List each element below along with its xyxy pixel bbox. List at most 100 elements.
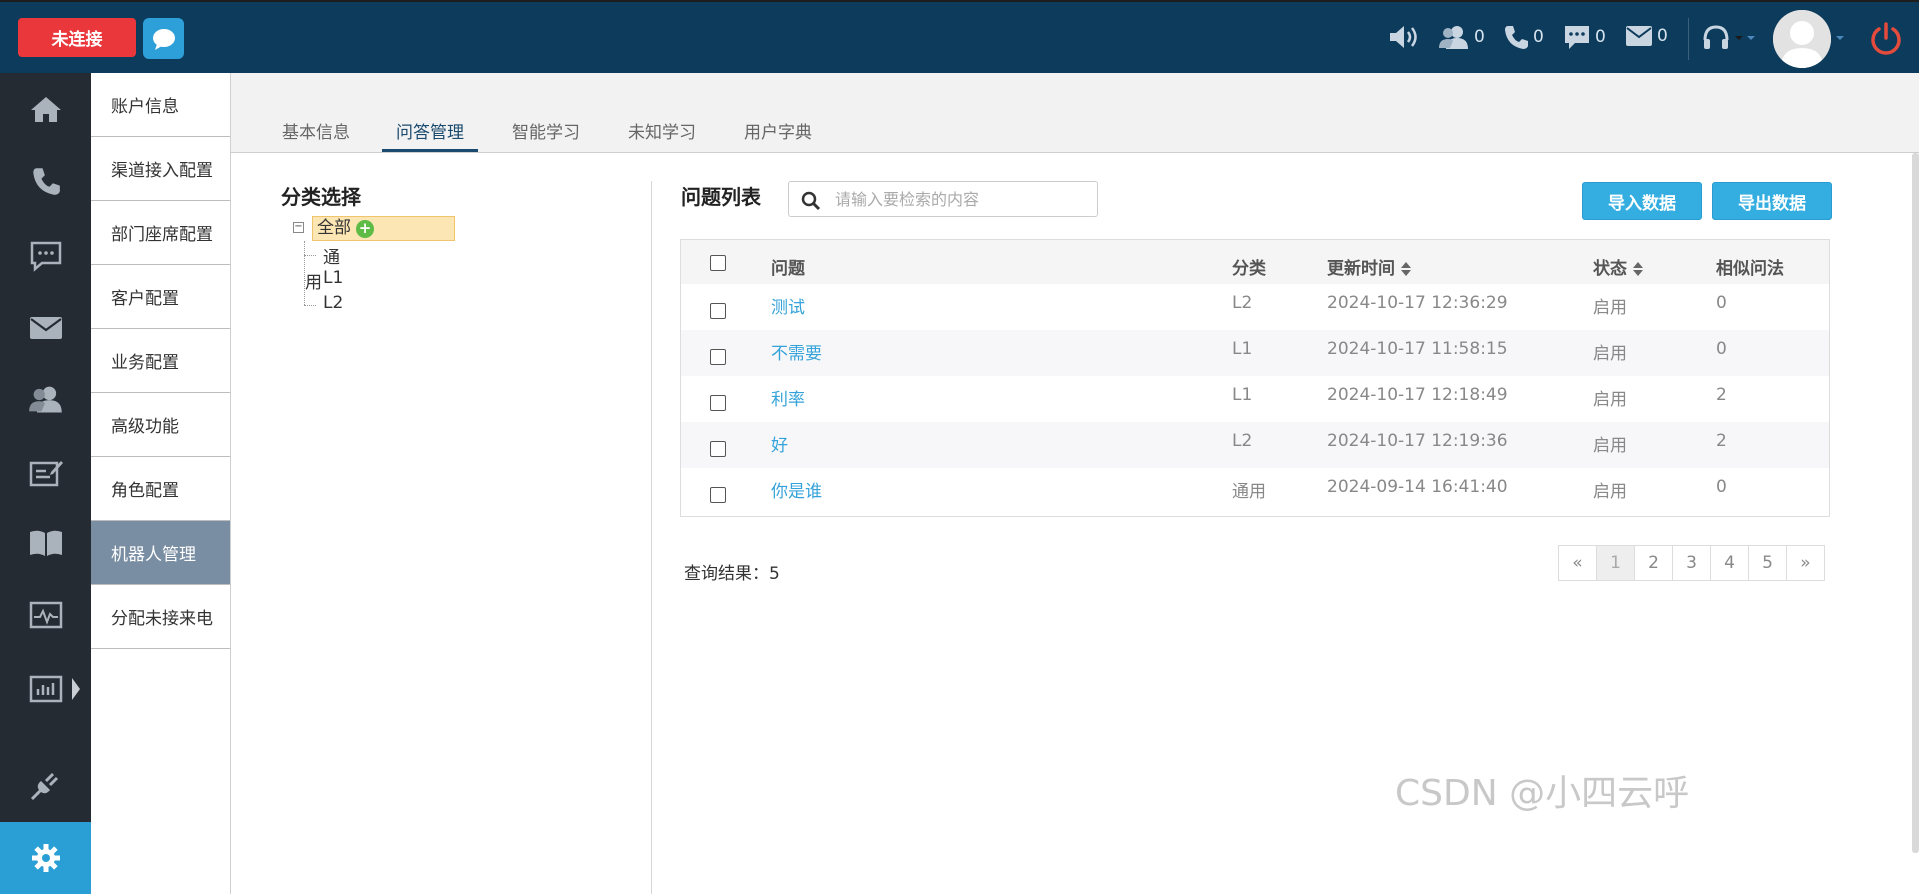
tree-node[interactable]: L1 — [303, 268, 343, 288]
edit-report-icon — [29, 461, 63, 487]
nav-knowledge[interactable] — [0, 507, 91, 579]
nav-chat[interactable] — [0, 220, 91, 292]
page-prev[interactable]: « — [1558, 545, 1597, 581]
query-result-label: 查询结果： — [684, 564, 769, 584]
pulse-monitor-icon — [29, 601, 62, 629]
mails-count-value: 0 — [1657, 26, 1668, 46]
question-link[interactable]: 不需要 — [771, 339, 822, 364]
tab-unknown-learning[interactable]: 未知学习 — [627, 118, 697, 152]
nav-mail[interactable] — [0, 292, 91, 364]
watermark: CSDN @小四云呼 — [1395, 773, 1690, 814]
nav-integration[interactable] — [0, 749, 91, 821]
subnav-item-customer[interactable]: 客户配置 — [91, 265, 230, 329]
nav-monitor[interactable] — [0, 579, 91, 651]
row-updated: 2024-10-17 11:58:15 — [1327, 339, 1508, 359]
subnav-item-department[interactable]: 部门座席配置 — [91, 201, 230, 265]
users-icon — [28, 386, 62, 413]
volume-button[interactable] — [1388, 24, 1422, 50]
scrollbar[interactable] — [1912, 153, 1919, 853]
row-status: 启用 — [1593, 390, 1627, 410]
nav-reports[interactable] — [0, 437, 91, 509]
headset-icon — [1703, 25, 1729, 49]
row-checkbox[interactable] — [710, 349, 726, 365]
subnav-item-account[interactable]: 账户信息 — [91, 73, 230, 137]
page-next[interactable]: » — [1786, 545, 1825, 581]
power-icon[interactable] — [1868, 21, 1904, 57]
page-link[interactable]: 1 — [1596, 545, 1635, 581]
user-avatar-icon — [1773, 10, 1831, 68]
export-data-button[interactable]: 导出数据 — [1712, 182, 1832, 220]
row-category: L2 — [1232, 431, 1253, 451]
page-link[interactable]: 2 — [1634, 545, 1673, 581]
users-icon — [1439, 26, 1468, 49]
column-status[interactable]: 状态 — [1593, 254, 1643, 279]
nav-phone[interactable] — [0, 145, 91, 217]
category-title: 分类选择 — [281, 185, 361, 209]
home-icon — [30, 97, 61, 122]
headset-menu[interactable] — [1701, 24, 1757, 52]
sort-icon[interactable] — [1401, 262, 1411, 276]
question-link[interactable]: 利率 — [771, 385, 805, 410]
table-row: 你是谁 通用 2024-09-14 16:41:40 启用 0 — [681, 468, 1829, 514]
tab-user-dictionary[interactable]: 用户字典 — [743, 118, 813, 152]
subnav-item-business[interactable]: 业务配置 — [91, 329, 230, 393]
search-box[interactable] — [788, 181, 1098, 217]
row-updated: 2024-10-17 12:18:49 — [1327, 385, 1508, 405]
page-link[interactable]: 3 — [1672, 545, 1711, 581]
chat-button[interactable] — [143, 18, 184, 59]
row-checkbox[interactable] — [710, 441, 726, 457]
row-similar: 0 — [1716, 293, 1727, 313]
add-category-icon[interactable]: + — [356, 220, 374, 238]
mail-icon — [29, 317, 62, 339]
subnav-item-advanced[interactable]: 高级功能 — [91, 393, 230, 457]
column-updated[interactable]: 更新时间 — [1327, 254, 1411, 279]
calls-count[interactable]: 0 — [1503, 24, 1544, 50]
tree-root-text: 全部 — [317, 218, 351, 238]
row-status: 启用 — [1593, 298, 1627, 318]
connection-status-button[interactable]: 未连接 — [18, 18, 136, 57]
row-status: 启用 — [1593, 436, 1627, 456]
collapse-icon[interactable]: − — [293, 222, 304, 233]
tab-basic-info[interactable]: 基本信息 — [281, 118, 351, 152]
avatar-chevron-icon[interactable] — [1834, 34, 1846, 42]
row-checkbox[interactable] — [710, 487, 726, 503]
mails-count[interactable]: 0 — [1625, 24, 1668, 48]
query-result-count: 5 — [769, 564, 780, 584]
calls-count-value: 0 — [1533, 27, 1544, 47]
avatar[interactable] — [1773, 10, 1831, 68]
nav-home[interactable] — [0, 73, 91, 145]
tab-qa-management[interactable]: 问答管理 — [382, 118, 478, 152]
row-checkbox[interactable] — [710, 303, 726, 319]
question-link[interactable]: 好 — [771, 431, 788, 456]
table-row: 不需要 L1 2024-10-17 11:58:15 启用 0 — [681, 330, 1829, 376]
expand-arrow-icon[interactable] — [71, 677, 81, 701]
row-status: 启用 — [1593, 482, 1627, 502]
subnav-item-missed-calls[interactable]: 分配未接来电 — [91, 585, 230, 649]
tree-node[interactable]: L2 — [303, 293, 343, 313]
page-link[interactable]: 5 — [1748, 545, 1787, 581]
sort-icon[interactable] — [1633, 262, 1643, 276]
select-all-checkbox[interactable] — [710, 255, 726, 271]
search-input[interactable] — [835, 188, 1085, 210]
tree-root[interactable]: − 全部 + — [293, 216, 455, 241]
question-link[interactable]: 你是谁 — [771, 477, 822, 502]
nav-statistics[interactable] — [0, 653, 91, 725]
row-checkbox[interactable] — [710, 395, 726, 411]
row-category: 通用 — [1232, 482, 1266, 502]
subnav-item-roles[interactable]: 角色配置 — [91, 457, 230, 521]
volume-icon — [1390, 26, 1417, 48]
nav-users[interactable] — [0, 363, 91, 435]
page-link[interactable]: 4 — [1710, 545, 1749, 581]
subnav-item-robot[interactable]: 机器人管理 — [91, 521, 230, 585]
tab-smart-learning[interactable]: 智能学习 — [511, 118, 581, 152]
chats-count[interactable]: 0 — [1563, 24, 1606, 50]
import-data-button[interactable]: 导入数据 — [1582, 182, 1702, 220]
nav-settings[interactable] — [0, 822, 91, 894]
topbar-divider — [1688, 18, 1689, 60]
tree-root-label[interactable]: 全部 — [312, 216, 455, 241]
subnav-item-channel[interactable]: 渠道接入配置 — [91, 137, 230, 201]
table-row: 利率 L1 2024-10-17 12:18:49 启用 2 — [681, 376, 1829, 422]
column-updated-label: 更新时间 — [1327, 259, 1395, 279]
agents-count[interactable]: 0 — [1438, 24, 1485, 50]
question-link[interactable]: 测试 — [771, 293, 805, 318]
